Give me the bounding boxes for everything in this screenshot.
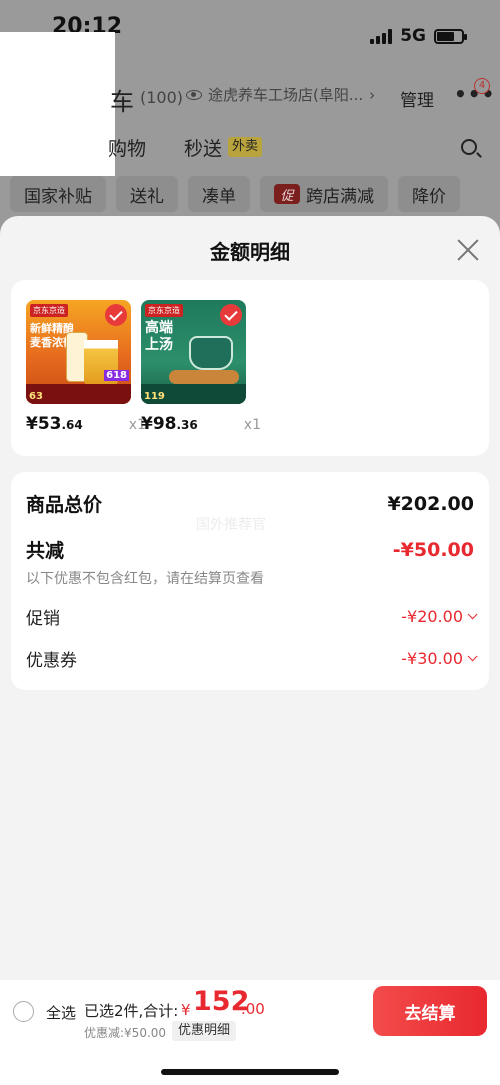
tab-shopping[interactable]: 购物 [108, 134, 146, 161]
coupon-value-group: -¥30.00 [401, 649, 478, 668]
product-image-soup: 京东京造 高端 上汤 119 [141, 300, 246, 404]
filter-chip-price-drop[interactable]: 降价 [398, 176, 460, 212]
eye-icon [186, 89, 202, 100]
selected-info: 已选2件,合计: [84, 1002, 179, 1020]
chevron-down-icon [467, 651, 478, 662]
network-label: 5G [400, 26, 426, 46]
banner-price: 119 [144, 391, 165, 402]
sheet-title: 金额明细 [210, 240, 290, 264]
product-price: ¥98.36 [141, 414, 198, 434]
select-all-checkbox[interactable] [13, 1001, 34, 1022]
signal-icon [370, 28, 393, 44]
promo-label: 促销 [26, 609, 60, 629]
store-selector[interactable]: 途虎养车工场店(阜阳... › [186, 84, 375, 105]
cart-title: 车 [110, 88, 134, 116]
product-headline: 高端 上汤 [145, 320, 173, 353]
promo-row[interactable]: 促销 -¥20.00 [26, 604, 478, 629]
chevron-right-icon: › [369, 85, 376, 104]
total-reduce-value: -¥50.00 [392, 538, 474, 561]
coupon-value: -¥30.00 [401, 649, 463, 668]
watermark-text: 国外推荐官 [196, 517, 266, 533]
product-price-row: ¥98.36 x1 [141, 414, 261, 434]
product-price: ¥53.64 [26, 414, 83, 434]
total-currency: ¥ [181, 1001, 191, 1019]
checked-icon [220, 304, 242, 326]
promo-value-group: -¥20.00 [401, 607, 478, 626]
brand-label: 京东京造 [145, 304, 183, 317]
promo-tag-icon: 促 [274, 184, 300, 204]
close-icon[interactable] [456, 238, 480, 262]
select-all-label[interactable]: 全选 [46, 1002, 76, 1023]
total-reduce-label: 共减 [26, 540, 65, 562]
checkout-button[interactable]: 去结算 [373, 986, 487, 1036]
banner-price: 63 [29, 391, 43, 402]
cart-header: 车 (100) 途虎养车工场店(阜阳... › 管理 ••• 4 [0, 78, 500, 116]
product-image-beer: 京东京造 新鲜精酿 麦香浓郁 618 63 [26, 300, 131, 404]
filter-chip-cross-store[interactable]: 促 跨店满减 [260, 176, 388, 212]
goods-total-value: ¥202.00 [387, 492, 474, 515]
discount-note: 以下优惠不包含红包，请在结算页查看 [26, 571, 264, 587]
product-item[interactable]: 京东京造 新鲜精酿 麦香浓郁 618 63 ¥53.64 x1 [26, 300, 146, 434]
goods-total-row: 商品总价 ¥202.00 [26, 490, 474, 517]
discount-summary: 优惠减:¥50.00 [84, 1026, 167, 1040]
product-item[interactable]: 京东京造 高端 上汤 119 ¥98.36 x1 [141, 300, 261, 434]
store-name: 途虎养车工场店(阜阳... [208, 86, 364, 104]
promo-value: -¥20.00 [401, 607, 463, 626]
chevron-down-icon [467, 609, 478, 620]
notification-badge: 4 [474, 78, 490, 94]
pot-illustration [189, 336, 233, 370]
background-page: 20:12 5G 车 (100) 途虎养车工场店(阜阳... › 管理 ••• … [0, 0, 500, 240]
summary-card: 国外推荐官 商品总价 ¥202.00 共减 -¥50.00 以下优惠不包含红包，… [11, 472, 489, 690]
product-price-row: ¥53.64 x1 [26, 414, 146, 434]
promo-618-badge: 618 [104, 370, 129, 381]
total-decimal: .00 [241, 1000, 265, 1018]
brand-label: 京东京造 [30, 304, 68, 317]
coupon-label: 优惠券 [26, 651, 77, 671]
manage-button[interactable]: 管理 [400, 86, 434, 111]
filter-chip-label: 跨店满减 [306, 186, 374, 207]
search-icon[interactable] [461, 139, 477, 155]
coupon-row[interactable]: 优惠券 -¥30.00 [26, 646, 478, 671]
products-card: 京东京造 新鲜精酿 麦香浓郁 618 63 ¥53.64 x1 京东京造 高端 … [11, 280, 489, 456]
filter-chip-gift[interactable]: 送礼 [116, 176, 178, 212]
takeout-tag: 外卖 [228, 137, 263, 157]
cart-tabs: 购物 秒送 外卖 [0, 134, 500, 164]
home-indicator [161, 1069, 339, 1075]
checkout-bar: 全选 已选2件,合计: ¥ 152 .00 优惠减:¥50.00 优惠明细 去结… [0, 980, 500, 1085]
discount-detail-button[interactable]: 优惠明细 [172, 1021, 237, 1041]
checked-icon [105, 304, 127, 326]
filter-chip-bundle[interactable]: 凑单 [188, 176, 250, 212]
status-indicators: 5G [370, 26, 467, 46]
cart-count: (100) [140, 88, 184, 107]
amount-detail-sheet: 金额明细 京东京造 新鲜精酿 麦香浓郁 618 63 ¥53.64 x1 京东京… [0, 216, 500, 1085]
battery-icon [434, 28, 467, 44]
tab-seckill[interactable]: 秒送 [184, 134, 222, 161]
filter-chips: 国家补贴 送礼 凑单 促 跨店满减 降价 [10, 176, 500, 212]
product-qty: x1 [243, 417, 261, 433]
food-illustration [169, 370, 239, 384]
goods-total-label: 商品总价 [26, 494, 103, 516]
filter-chip-subsidy[interactable]: 国家补贴 [10, 176, 106, 212]
total-reduce-row: 共减 -¥50.00 [26, 536, 474, 563]
